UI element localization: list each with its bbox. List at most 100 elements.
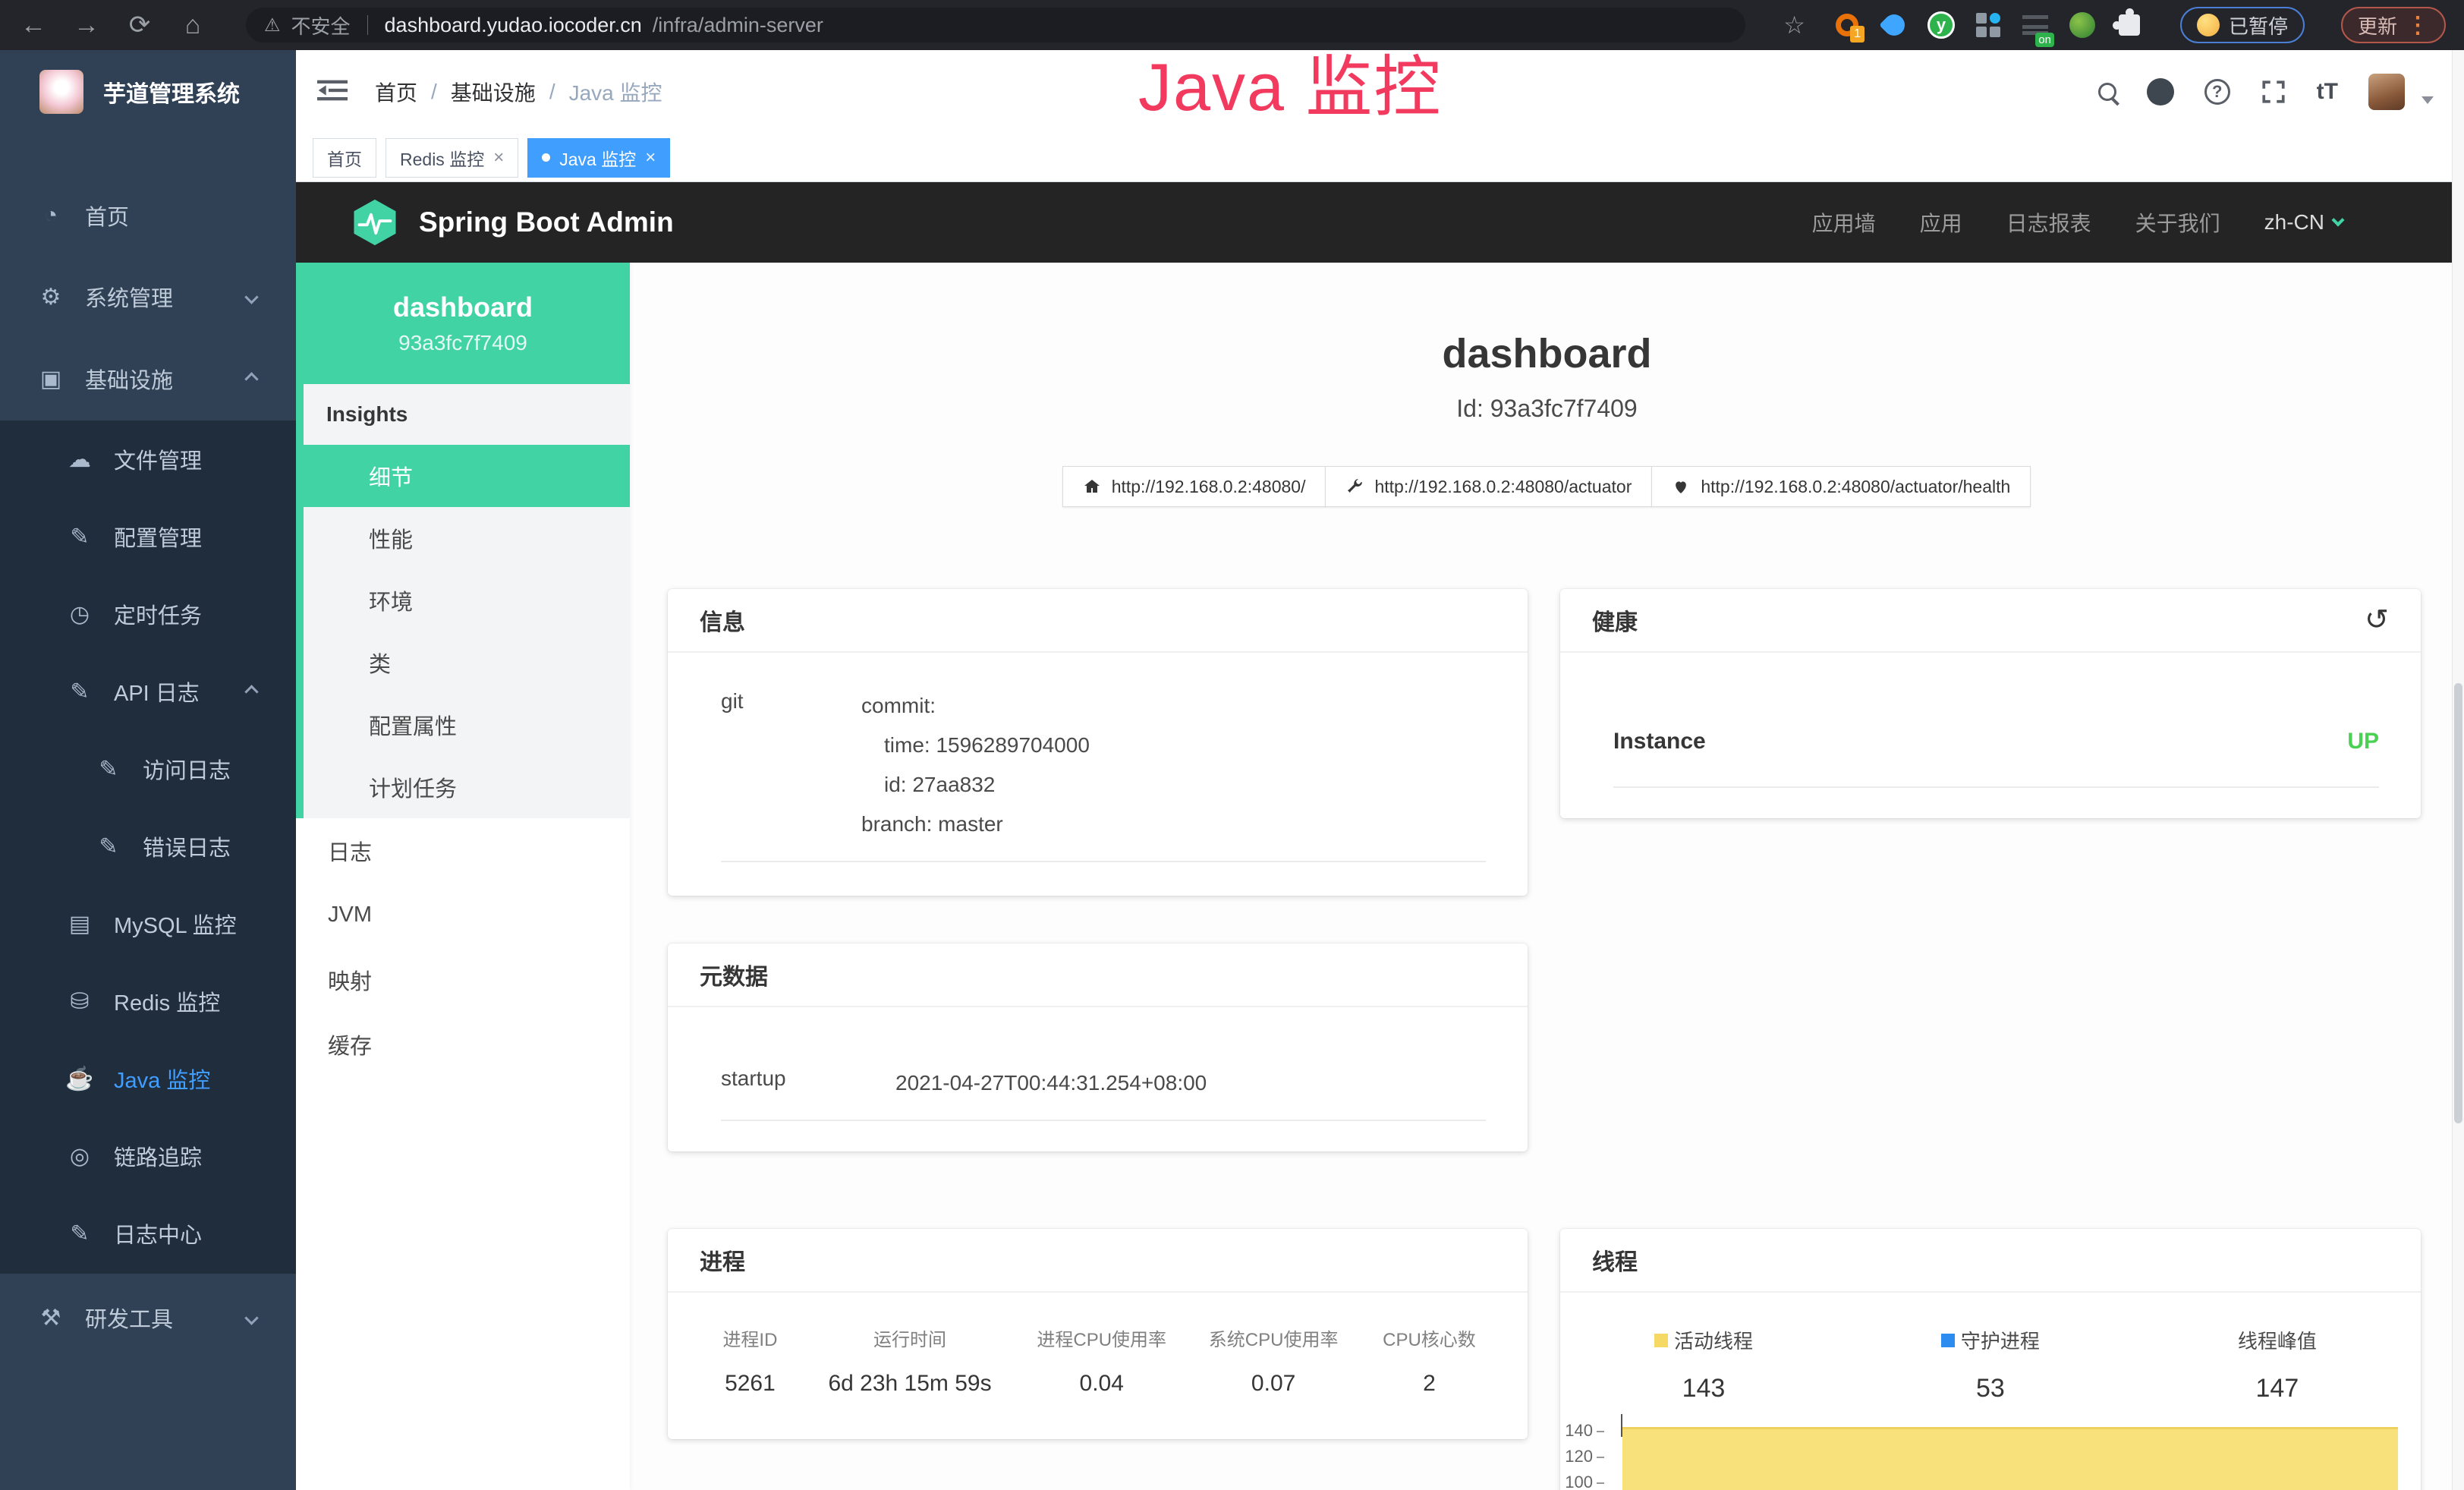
y-tick-140: 140: [1560, 1420, 1604, 1441]
instance-menu-details[interactable]: 细节: [296, 445, 630, 507]
extension-orange-icon[interactable]: 1: [1833, 11, 1861, 39]
sidebar-item-label: 定时任务: [114, 598, 202, 630]
search-icon[interactable]: [2098, 83, 2116, 101]
sba-language-select[interactable]: zh-CN: [2264, 210, 2343, 235]
daemon-threads-value: 53: [1847, 1374, 2134, 1403]
extensions-puzzle-icon[interactable]: [2115, 11, 2144, 39]
tab-home[interactable]: 首页: [313, 138, 376, 178]
history-icon[interactable]: ↺: [2365, 606, 2389, 635]
health-card-body: Instance UP: [1560, 653, 2421, 788]
legend-label: 线程峰值: [2238, 1326, 2317, 1354]
threads-card-title: 线程: [1592, 1243, 1638, 1277]
user-menu-caret-icon[interactable]: [2422, 96, 2434, 104]
help-icon[interactable]: ?: [2204, 79, 2230, 105]
live-threads-area-series: [1622, 1427, 2398, 1490]
instance-menu-environment[interactable]: 环境: [304, 569, 630, 632]
sidebar-item-infra[interactable]: ▣ 基础设施: [0, 341, 296, 417]
sidebar-item-dev-tools[interactable]: ⚒ 研发工具: [0, 1280, 296, 1356]
address-bar[interactable]: ⚠ 不安全 dashboard.yudao.iocoder.cn/infra/a…: [246, 8, 1745, 43]
breadcrumb-infra[interactable]: 基础设施: [451, 77, 536, 107]
health-url-button[interactable]: http://192.168.0.2:48080/actuator/health: [1651, 466, 2031, 507]
metadata-card-header: 元数据: [668, 943, 1528, 1007]
process-header-pid: 进程ID: [698, 1325, 802, 1351]
sidebar-item-label: 系统管理: [85, 281, 173, 313]
browser-back-icon[interactable]: ←: [18, 12, 49, 38]
service-url-button[interactable]: http://192.168.0.2:48080/: [1062, 466, 1326, 507]
sidebar-item-file[interactable]: ☁ 文件管理: [0, 421, 296, 498]
sidebar-item-access-log[interactable]: ✎ 访问日志: [0, 730, 296, 808]
extensions-area: 1 y on: [1833, 11, 2144, 39]
git-time-line: time: 1596289704000: [861, 726, 1090, 765]
extension-switch-icon[interactable]: on: [2021, 11, 2050, 39]
instance-menu-metrics[interactable]: 性能: [304, 507, 630, 569]
sidebar-item-label: 错误日志: [143, 830, 231, 862]
extension-grid-icon[interactable]: [1974, 11, 2003, 39]
sidebar-item-config[interactable]: ✎ 配置管理: [0, 498, 296, 575]
process-card-header: 进程: [668, 1229, 1528, 1293]
user-avatar[interactable]: [2368, 74, 2405, 110]
bookmark-star-icon[interactable]: ☆: [1783, 11, 1805, 39]
sba-logo-icon: [351, 198, 399, 247]
instance-menu-jvm[interactable]: JVM: [296, 883, 630, 947]
sidebar-item-home[interactable]: ◔ 首页: [0, 178, 296, 254]
active-dot-icon: [542, 153, 550, 162]
sba-nav-journal[interactable]: 日志报表: [2006, 207, 2091, 238]
breadcrumb-home[interactable]: 首页: [375, 77, 417, 107]
extension-green-icon[interactable]: y: [1927, 11, 1956, 39]
app-sidebar: 芋道管理系统 ◔ 首页 ⚙ 系统管理 ▣ 基础设施 ☁ 文件管理 ✎ 配置管理 …: [0, 50, 296, 1490]
sba-nav-wall[interactable]: 应用墙: [1812, 207, 1876, 238]
instance-menu-configprops[interactable]: 配置属性: [304, 694, 630, 756]
text-size-icon[interactable]: tT: [2317, 79, 2338, 105]
service-url: http://192.168.0.2:48080/: [1112, 477, 1306, 497]
info-card-title: 信息: [700, 603, 745, 637]
github-icon[interactable]: [2147, 78, 2174, 106]
tab-java-monitor[interactable]: Java 监控 ×: [527, 138, 670, 178]
brand[interactable]: 芋道管理系统: [0, 50, 296, 134]
instance-menu-caches[interactable]: 缓存: [296, 1012, 630, 1076]
sidebar-item-trace[interactable]: ◎ 链路追踪: [0, 1117, 296, 1195]
sidebar-item-error-log[interactable]: ✎ 错误日志: [0, 808, 296, 885]
actuator-url-button[interactable]: http://192.168.0.2:48080/actuator: [1325, 466, 1652, 507]
sidebar-item-job[interactable]: ◷ 定时任务: [0, 575, 296, 653]
paused-pill[interactable]: 已暂停: [2180, 7, 2305, 43]
instance-menu-mappings[interactable]: 映射: [296, 947, 630, 1012]
sidebar-item-api-log[interactable]: ✎ API 日志: [0, 653, 296, 730]
tab-redis-monitor[interactable]: Redis 监控 ×: [385, 138, 518, 178]
health-card-title: 健康: [1592, 603, 1638, 637]
instance-menu-logfile[interactable]: 日志: [296, 818, 630, 883]
scrollbar-thumb[interactable]: [2454, 683, 2462, 1123]
browser-home-icon[interactable]: ⌂: [178, 12, 208, 38]
sidebar-item-mysql[interactable]: ▤ MySQL 监控: [0, 885, 296, 962]
tab-close-icon[interactable]: ×: [493, 147, 504, 169]
instance-menu-scheduled[interactable]: 计划任务: [304, 756, 630, 818]
git-id-line: id: 27aa832: [861, 765, 1090, 805]
chevron-down-icon: [244, 290, 258, 304]
sba-nav-applications[interactable]: 应用: [1920, 207, 1962, 238]
page-scrollbar[interactable]: [2452, 50, 2464, 1490]
update-button[interactable]: 更新 ⋮: [2341, 7, 2446, 43]
tab-close-icon[interactable]: ×: [645, 147, 656, 169]
sba-nav-about[interactable]: 关于我们: [2135, 207, 2220, 238]
sidebar-item-java[interactable]: ☕ Java 监控: [0, 1040, 296, 1117]
log-edit-icon: ✎: [93, 756, 124, 783]
health-card-header: 健康 ↺: [1560, 589, 2421, 653]
browser-reload-icon[interactable]: ⟳: [124, 12, 155, 38]
dashboard-gauge-icon: ◔: [35, 203, 67, 228]
browser-menu-kebab-icon[interactable]: ⋮: [2406, 12, 2429, 39]
health-card: 健康 ↺ Instance UP: [1560, 589, 2421, 818]
browser-forward-icon[interactable]: →: [71, 12, 102, 38]
sidebar-item-system[interactable]: ⚙ 系统管理: [0, 259, 296, 335]
brand-logo: [39, 70, 83, 114]
instance-menu-classes[interactable]: 类: [304, 632, 630, 694]
sidebar-item-log-center[interactable]: ✎ 日志中心: [0, 1195, 296, 1272]
fullscreen-icon[interactable]: [2261, 79, 2286, 105]
monitor-icon: ▣: [35, 366, 67, 392]
address-divider: [367, 15, 368, 35]
extension-pin-icon[interactable]: [1880, 11, 1909, 39]
health-instance-row[interactable]: Instance UP: [1613, 729, 2379, 788]
extension-leaf-icon[interactable]: [2068, 11, 2097, 39]
sidebar-item-redis[interactable]: ⛁ Redis 监控: [0, 962, 296, 1040]
instance-id: 93a3fc7f7409: [398, 331, 527, 355]
green-circle-icon: y: [1927, 11, 1955, 39]
sidebar-toggle-icon[interactable]: [317, 77, 348, 107]
